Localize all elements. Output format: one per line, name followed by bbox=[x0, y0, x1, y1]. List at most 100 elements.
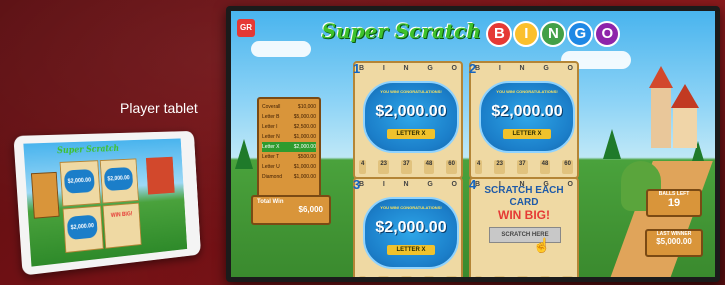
prize-cloud: YOU WIN! CONGRATULATIONS! $2,000.00 LETTER… bbox=[363, 81, 459, 153]
called-number: 23 bbox=[494, 276, 505, 277]
tree bbox=[235, 139, 253, 169]
tablet-card[interactable]: $2,000.00 bbox=[59, 160, 101, 207]
bingo-letter-n: N bbox=[540, 20, 567, 47]
card-header-letter: B bbox=[475, 65, 481, 72]
card-header-letter: I bbox=[382, 181, 385, 188]
prize-row: Letter I $2,500.00 bbox=[262, 122, 316, 132]
prize-row: Letter U $1,000.00 bbox=[262, 162, 316, 172]
last-winner-value: $5,000.00 bbox=[656, 237, 692, 246]
tablet-title: Super Scratch bbox=[56, 144, 120, 157]
card-header-letter: B bbox=[359, 181, 365, 188]
prize-name: Letter B bbox=[262, 114, 280, 120]
prize-row: Letter T $500.00 bbox=[262, 152, 316, 162]
prize-name: Coverall bbox=[262, 104, 281, 110]
logo-icon: GR bbox=[237, 19, 255, 37]
castle bbox=[641, 66, 701, 156]
called-number: 48 bbox=[539, 276, 551, 277]
bingo-card-4[interactable]: 4 B I N G O SCRATCH EACH CARD WIN BIG! SCRATCH H… bbox=[469, 177, 579, 277]
win-amount: $2,000.00 bbox=[491, 103, 563, 120]
called-number: 60 bbox=[562, 160, 573, 174]
called-number: 60 bbox=[446, 160, 457, 174]
bingo-card-1[interactable]: 1 B I N G O YOU WIN! CONGRATULATIONS! $2,000.00… bbox=[353, 61, 463, 179]
prize-name: Letter T bbox=[262, 154, 280, 160]
player-tablet-caption: Player tablet bbox=[120, 100, 198, 116]
congrats-text: YOU WIN! CONGRATULATIONS! bbox=[380, 89, 442, 94]
last-winner-sign: LAST WINNER $5,000.00 bbox=[645, 229, 703, 257]
called-number: 37 bbox=[400, 276, 412, 277]
prize-value: $1,000.00 bbox=[293, 164, 316, 170]
win-amount: $2,000.00 bbox=[375, 103, 447, 120]
called-number: 48 bbox=[423, 160, 435, 174]
card-header-letter: O bbox=[567, 65, 573, 72]
prize-value: $10,000 bbox=[297, 104, 316, 110]
prize-value: $5,000.00 bbox=[293, 114, 316, 120]
balls-left-sign: BALLS LEFT 19 bbox=[646, 189, 702, 217]
tree bbox=[603, 129, 621, 159]
bingo-letter-i: I bbox=[513, 20, 540, 47]
bingo-letter-b: B bbox=[486, 20, 513, 47]
card-header-letter: N bbox=[403, 181, 409, 188]
bingo-letter-g: G bbox=[567, 20, 594, 47]
pattern-badge: LETTER X bbox=[387, 245, 435, 255]
prize-row: Letter X $2,000.00 bbox=[262, 142, 316, 152]
called-number: 37 bbox=[516, 276, 528, 277]
win-amount: $2,000.00 bbox=[375, 219, 447, 236]
total-win-sign: Total Win $6,000 bbox=[251, 195, 331, 225]
card-header-letter: N bbox=[519, 65, 525, 72]
card-header-letter: G bbox=[427, 181, 433, 188]
scratch-title-line-2: WIN BIG! bbox=[498, 208, 550, 222]
prize-cloud: YOU WIN! CONGRATULATIONS! $2,000.00 LETTER… bbox=[363, 197, 459, 269]
card-footer: 4 23 37 48 60 bbox=[475, 160, 573, 174]
prize-row: Diamond $1,000.00 bbox=[262, 172, 316, 182]
tablet-card[interactable]: $2,000.00 bbox=[62, 205, 104, 254]
bingo-card-2[interactable]: 2 B I N G O YOU WIN! CONGRATULATIONS! $2,000.00… bbox=[469, 61, 579, 179]
card-header-letter: N bbox=[403, 65, 409, 72]
bingo-card-3[interactable]: 3 B I N G O YOU WIN! CONGRATULATIONS! $2,000.00… bbox=[353, 177, 463, 277]
prize-row: Letter N $1,000.00 bbox=[262, 132, 316, 142]
prize-value: $2,000.00 bbox=[293, 144, 316, 150]
tablet-card[interactable]: WIN BIG! bbox=[102, 202, 142, 249]
card-header-letter: B bbox=[359, 65, 365, 72]
pattern-badge: LETTER X bbox=[503, 129, 551, 139]
prize-value: $1,000.00 bbox=[293, 134, 316, 140]
hand-cursor-icon: ☝ bbox=[533, 237, 551, 253]
title-text: Super Scratch bbox=[321, 19, 481, 43]
called-number: 4 bbox=[475, 276, 483, 277]
congrats-text: YOU WIN! CONGRATULATIONS! bbox=[380, 205, 442, 210]
called-number: 37 bbox=[400, 160, 412, 174]
prize-name: Letter U bbox=[262, 164, 280, 170]
game-title: Super Scratch BINGO bbox=[321, 19, 621, 51]
card-header-letter: I bbox=[498, 65, 501, 72]
prize-table: Coverall $10,000 Letter B $5,000.00 Letter I… bbox=[257, 97, 321, 199]
card-header-letter: G bbox=[427, 65, 433, 72]
card-header-letter: O bbox=[451, 65, 457, 72]
total-win-value: $6,000 bbox=[298, 205, 323, 214]
tablet-card[interactable]: $2,000.00 bbox=[99, 158, 139, 204]
called-number: 23 bbox=[378, 160, 389, 174]
prize-name: Letter X bbox=[262, 144, 280, 150]
player-tablet: Super Scratch $2,000.00 $2,000.00 $2,000… bbox=[13, 130, 201, 276]
called-number: 4 bbox=[475, 160, 483, 174]
called-number: 4 bbox=[359, 276, 367, 277]
prize-name: Diamond bbox=[262, 174, 283, 180]
called-number: 60 bbox=[562, 276, 573, 277]
prize-value: $2,500.00 bbox=[293, 124, 316, 130]
prize-row: Letter B $5,000.00 bbox=[262, 112, 316, 122]
card-footer: 4 23 37 48 60 bbox=[359, 276, 457, 277]
called-number: 60 bbox=[446, 276, 457, 277]
prize-value: $500.00 bbox=[297, 154, 316, 160]
card-header: BINGO bbox=[475, 65, 573, 77]
game-screen: GR Super Scratch BINGO Coverall $10,000 Le… bbox=[231, 11, 715, 277]
card-header-letter: O bbox=[451, 181, 457, 188]
bingo-title-balls: BINGO bbox=[485, 20, 621, 47]
called-number: 23 bbox=[494, 160, 505, 174]
card-footer: 4 23 37 48 60 bbox=[475, 276, 573, 277]
tablet-screen: Super Scratch $2,000.00 $2,000.00 $2,000… bbox=[23, 138, 188, 267]
pattern-badge: LETTER X bbox=[387, 129, 435, 139]
called-number: 4 bbox=[359, 160, 367, 174]
congrats-text: YOU WIN! CONGRATULATIONS! bbox=[496, 89, 558, 94]
called-number: 48 bbox=[423, 276, 435, 277]
prize-name: Letter I bbox=[262, 124, 278, 130]
prize-row: Coverall $10,000 bbox=[262, 102, 316, 112]
tablet-prize-table bbox=[30, 171, 60, 219]
